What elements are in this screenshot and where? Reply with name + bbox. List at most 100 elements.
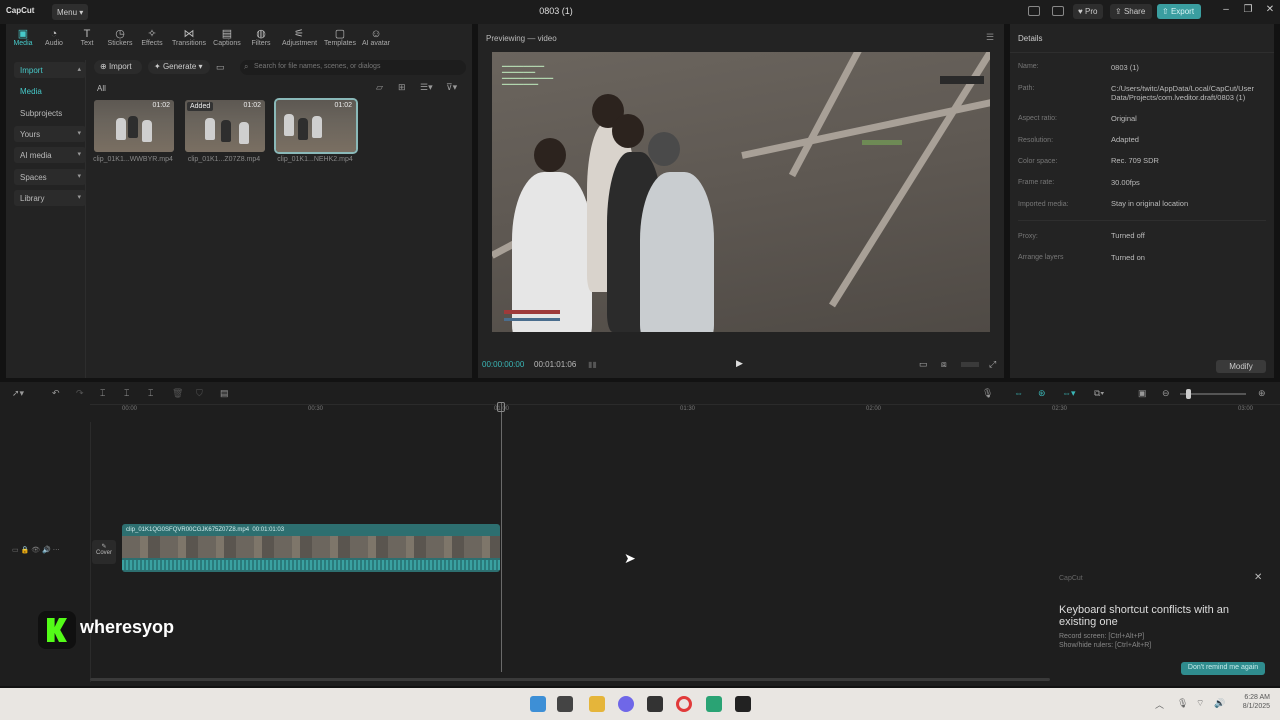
edit-icon[interactable]: ▤ (220, 388, 229, 399)
zoom-in-icon[interactable]: ⊕ (1258, 388, 1266, 399)
microphone-icon[interactable]: 🎙 (982, 388, 993, 399)
filter-all[interactable]: All (97, 84, 106, 93)
zoom-out-icon[interactable]: ⊖ (1162, 388, 1170, 399)
app-icon[interactable] (647, 696, 663, 712)
nav-media[interactable]: Media (14, 83, 86, 99)
playhead[interactable] (501, 402, 502, 672)
tab-media[interactable]: ▣ Media (6, 28, 40, 47)
restore-icon[interactable]: ❐ (1240, 4, 1256, 15)
detail-value: 30.00fps (1111, 178, 1140, 187)
play-icon[interactable]: ▶ (736, 358, 743, 369)
media-clip[interactable]: 01:02 (94, 100, 174, 152)
tray-icon[interactable]: 🎙 (1177, 698, 1188, 709)
playhead-handle[interactable] (497, 402, 505, 412)
undo-icon[interactable]: ↶ (52, 388, 60, 399)
quality-icon[interactable]: ▭ (919, 359, 928, 370)
grid-icon[interactable]: ⊞ (398, 82, 406, 93)
modify-button[interactable]: Modify (1216, 360, 1266, 373)
opera-icon[interactable] (676, 696, 692, 712)
tab-audio[interactable]: ◔ Audio (37, 28, 71, 47)
video-track-clip[interactable]: clip_01K1QG0SFQVR00CGJK675Z07Z8.mp4 00:0… (122, 524, 500, 572)
split-icon[interactable]: ⌶ (100, 388, 105, 399)
shield-icon[interactable]: ⛉ (196, 388, 203, 399)
detail-value: Turned off (1111, 231, 1145, 240)
tab-effects[interactable]: ✧ Effects (135, 28, 169, 47)
chevron-down-icon: ▾ (77, 151, 81, 158)
split-right-icon[interactable]: ⌶ (148, 388, 153, 399)
notification-close-icon[interactable]: ✕ (1254, 572, 1262, 583)
crop-icon[interactable]: ⧈ (941, 359, 947, 370)
tab-text[interactable]: T Text (70, 28, 104, 47)
timeline-scrollbar[interactable] (90, 678, 1050, 681)
preview-menu-icon[interactable]: ☰ (986, 32, 994, 43)
nav-spaces[interactable]: Spaces ▾ (14, 169, 86, 185)
import-button[interactable]: ⊕ Import (94, 60, 142, 74)
snap-icon[interactable]: ⇔▾ (1062, 388, 1076, 399)
generate-button[interactable]: ✦ Generate ▾ (148, 60, 210, 74)
search-input[interactable]: Search for file names, scenes, or dialog… (240, 60, 466, 75)
video-frame[interactable]: ━━━━━━━━━━━━━━ ━━━━━━━━━━━ ━━━━━━━━━━━━━━━… (492, 52, 990, 332)
windows-start-icon[interactable] (530, 696, 546, 712)
select-tool-icon[interactable]: ➚▾ (12, 388, 24, 399)
track-controls[interactable]: ▭ 🔒 👁 🔊 ⋯ (12, 546, 60, 554)
nav-yours[interactable]: Yours ▾ (14, 126, 86, 142)
tray-chevron-icon[interactable]: ︿ (1155, 698, 1164, 711)
tab-stickers[interactable]: ◷ Stickers (103, 28, 137, 47)
minimize-icon[interactable]: – (1218, 4, 1234, 15)
filter-icon[interactable]: ⊽▾ (446, 82, 457, 93)
fullscreen-icon[interactable]: ⤢ (989, 359, 996, 370)
shortcut-icon[interactable] (1052, 6, 1064, 16)
menu-button[interactable]: Menu ▾ (52, 4, 88, 20)
media-clip-selected[interactable]: 01:02 (274, 98, 358, 154)
app-icon[interactable] (706, 696, 722, 712)
pro-button[interactable]: ♥ Pro (1073, 4, 1103, 19)
tab-label: AI avatar (361, 40, 390, 47)
share-button[interactable]: ⇪ Share (1110, 4, 1152, 19)
ratio-icon[interactable] (961, 362, 979, 367)
nav-subprojects[interactable]: Subprojects (14, 105, 86, 121)
magnet-icon[interactable]: ⊛ (1038, 388, 1046, 399)
capcut-icon[interactable] (735, 696, 751, 712)
track-divider (90, 422, 91, 682)
link-icon[interactable]: ⇔ (1014, 388, 1023, 398)
sort-icon[interactable]: ☰▾ (420, 82, 433, 93)
zoom-handle[interactable] (1186, 389, 1191, 399)
detail-key: Arrange layers (1018, 254, 1064, 261)
preview-axis-icon[interactable]: ⧉▾ (1094, 388, 1104, 399)
nav-ai-media[interactable]: AI media ▾ (14, 147, 86, 163)
discord-icon[interactable] (618, 696, 634, 712)
caption-icon[interactable]: ▣ (1138, 388, 1147, 399)
media-clip[interactable]: Added 01:02 (185, 100, 265, 152)
armor-bar (504, 318, 560, 321)
folder-icon[interactable]: ▱ (376, 82, 383, 93)
nav-import[interactable]: Import ▴ (14, 62, 86, 78)
tab-templates[interactable]: ▢ Templates (323, 28, 357, 47)
tab-ai-avatar[interactable]: ☺ AI avatar (359, 28, 393, 47)
layout-icon[interactable] (1028, 6, 1040, 16)
file-explorer-icon[interactable] (589, 696, 605, 712)
clip-figure (298, 118, 308, 140)
delete-icon[interactable]: 🗑 (172, 388, 183, 399)
ruler (90, 404, 1280, 405)
nav-library[interactable]: Library ▾ (14, 190, 86, 206)
dont-remind-button[interactable]: Don't remind me again (1181, 662, 1265, 675)
terminal-icon[interactable] (557, 696, 573, 712)
tab-transitions[interactable]: ⋈ Transitions (172, 28, 206, 47)
health-bar (504, 310, 560, 314)
streamer-name: wheresyop (80, 617, 175, 637)
tab-captions[interactable]: ▤ Captions (210, 28, 244, 47)
volume-icon[interactable]: 🔊 (1214, 698, 1225, 709)
tab-filters[interactable]: ◍ Filters (244, 28, 278, 47)
split-left-icon[interactable]: ⌶ (124, 388, 129, 399)
cover-button[interactable]: ✎ Cover (92, 540, 116, 564)
redo-icon[interactable]: ↷ (76, 388, 84, 399)
prev-frame-icon[interactable]: ▮▮ (588, 360, 597, 369)
wifi-icon[interactable]: ⌔ (1196, 698, 1204, 709)
export-button[interactable]: ⇧ Export (1157, 4, 1201, 19)
detail-value: C:/Users/twitc/AppData/Local/CapCut/User… (1111, 84, 1254, 102)
record-icon[interactable]: ▭ (216, 62, 225, 73)
clock[interactable]: 6:28 AM 8/1/2025 (1236, 693, 1270, 711)
nav-label: Yours (20, 130, 41, 139)
tab-adjustment[interactable]: ⚟ Adjustment (282, 28, 317, 47)
close-icon[interactable]: ✕ (1262, 4, 1278, 15)
